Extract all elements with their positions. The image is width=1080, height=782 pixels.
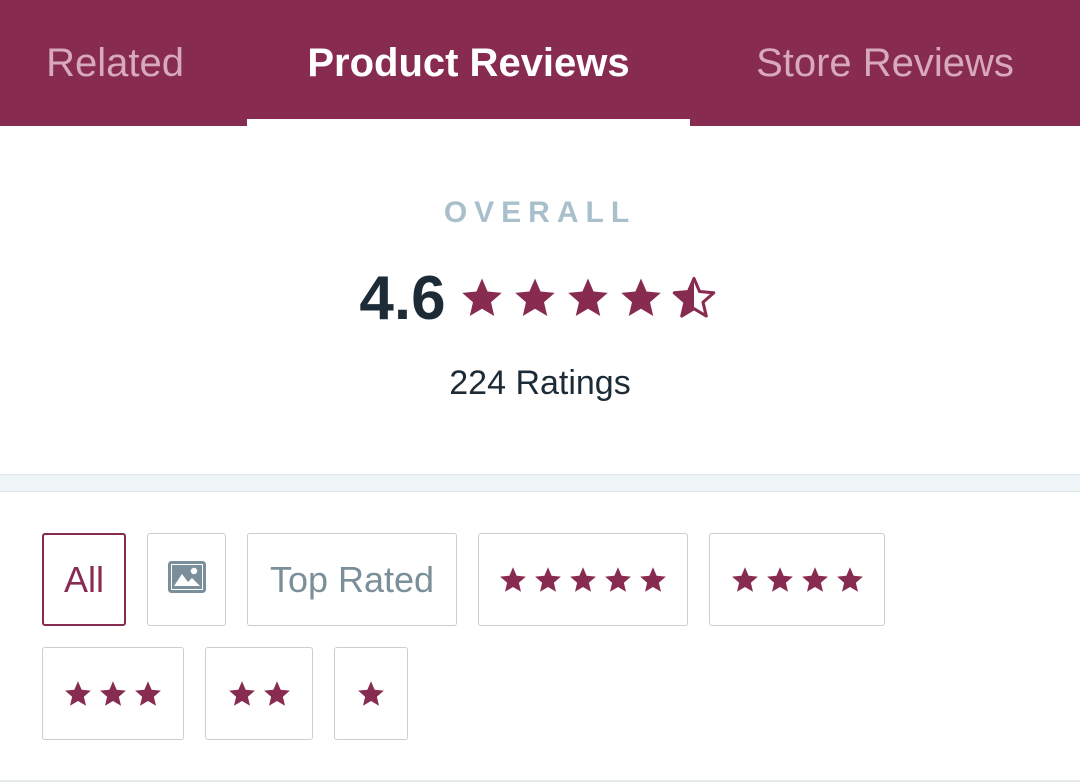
star-filled-icon bbox=[605, 566, 631, 592]
star-filled-icon bbox=[570, 566, 596, 592]
one-star-rating-icons bbox=[354, 679, 389, 709]
tab-store-reviews-label: Store Reviews bbox=[756, 40, 1014, 85]
five-star-rating-icons bbox=[496, 565, 671, 595]
star-filled-icon bbox=[766, 566, 793, 592]
star-filled-icon bbox=[621, 278, 661, 317]
star-filled-icon bbox=[100, 680, 126, 706]
star-half-icon bbox=[672, 276, 716, 318]
filter-1-star-button[interactable] bbox=[334, 647, 408, 740]
overall-rating-value: 4.6 bbox=[359, 263, 446, 333]
filter-3-stars-button[interactable] bbox=[42, 647, 184, 740]
tab-store-reviews[interactable]: Store Reviews bbox=[710, 0, 1060, 126]
three-star-rating-icons bbox=[61, 679, 166, 709]
star-filled-icon bbox=[500, 566, 526, 592]
filter-4-stars-button[interactable] bbox=[709, 533, 885, 626]
tab-bar: Related Product Reviews Store Reviews bbox=[0, 0, 1080, 126]
four-star-rating-icons bbox=[727, 565, 867, 595]
filter-photos-button[interactable] bbox=[147, 533, 226, 626]
filter-5-stars-button[interactable] bbox=[478, 533, 688, 626]
two-star-rating-icons bbox=[224, 679, 294, 709]
overall-heading: OVERALL bbox=[443, 196, 637, 229]
star-filled-icon bbox=[515, 278, 555, 317]
star-filled-icon bbox=[358, 680, 384, 706]
star-filled-icon bbox=[801, 566, 828, 592]
star-filled-icon bbox=[65, 680, 91, 706]
tab-related[interactable]: Related bbox=[0, 0, 230, 126]
star-filled-icon bbox=[135, 680, 161, 706]
tab-product-reviews[interactable]: Product Reviews bbox=[247, 0, 690, 126]
filter-2-stars-button[interactable] bbox=[205, 647, 313, 740]
star-filled-icon bbox=[263, 680, 290, 706]
filter-top-rated-button[interactable]: Top Rated bbox=[247, 533, 457, 626]
tab-product-reviews-label: Product Reviews bbox=[307, 40, 630, 85]
filter-all-label: All bbox=[63, 558, 104, 600]
filter-top-rated-label: Top Rated bbox=[269, 558, 435, 600]
filter-all-button[interactable]: All bbox=[42, 533, 126, 626]
section-divider bbox=[0, 474, 1080, 492]
active-tab-indicator bbox=[247, 119, 690, 126]
overall-rating-stars bbox=[456, 275, 721, 321]
star-filled-icon bbox=[731, 566, 758, 592]
star-filled-icon bbox=[228, 680, 255, 706]
ratings-count: 224 Ratings bbox=[449, 364, 631, 402]
overall-rating-row: 4.6 bbox=[0, 262, 1080, 334]
star-filled-icon bbox=[568, 278, 608, 317]
star-filled-icon bbox=[462, 278, 502, 317]
image-icon bbox=[167, 561, 206, 598]
tab-related-label: Related bbox=[46, 40, 184, 85]
star-filled-icon bbox=[836, 566, 863, 592]
star-filled-icon bbox=[640, 566, 666, 592]
star-filled-icon bbox=[535, 566, 561, 592]
